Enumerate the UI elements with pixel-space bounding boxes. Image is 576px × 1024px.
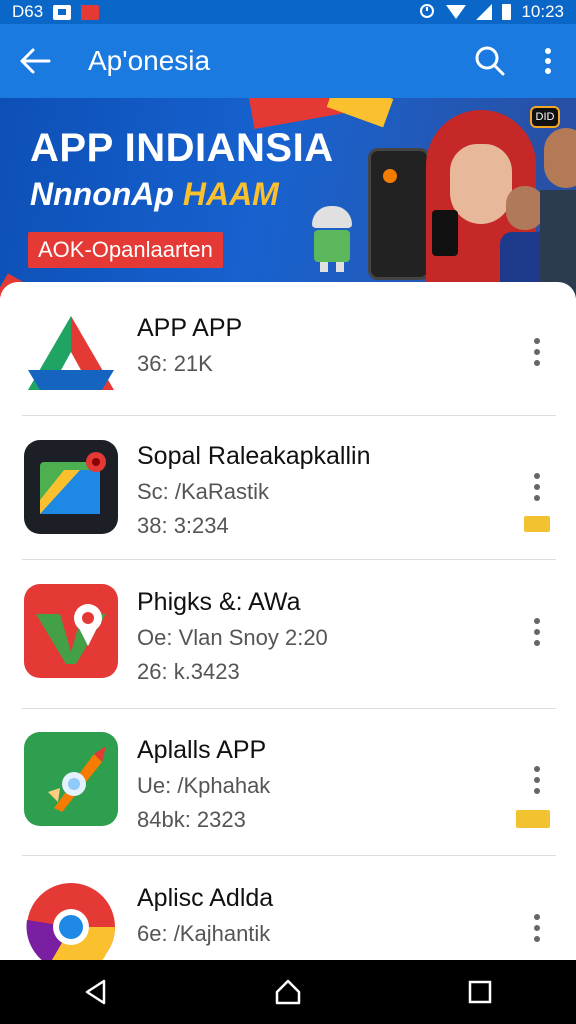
signal-icon: [476, 4, 493, 20]
list-item[interactable]: Aplisc Adlda 6e: /Kajhantik: [137, 884, 273, 947]
nav-back-button[interactable]: [66, 960, 126, 1024]
maps-app-icon[interactable]: [24, 440, 118, 534]
divider: [22, 708, 556, 709]
drive-app-icon[interactable]: [24, 310, 118, 404]
app-meta: Ue: /Kphahak: [137, 773, 271, 798]
status-bar: D63 10:23: [0, 0, 576, 24]
banner-subtitle-main: NnnonAp: [30, 176, 183, 212]
list-item[interactable]: Phigks &: AWa Oe: Vlan Snoy 2:20 26: k.3…: [137, 588, 328, 685]
status-flag: [516, 810, 550, 828]
app-meta: 36: 21K: [137, 351, 213, 376]
more-vert-icon: [545, 48, 551, 74]
divider: [22, 855, 556, 856]
list-item[interactable]: Aplalls APP Ue: /Kphahak 84bk: 2323: [137, 736, 270, 833]
promo-banner[interactable]: APP INDIANSIA NnnonAp HAAM AOK-Opanlaart…: [0, 98, 576, 298]
app-notification-icon: [81, 4, 100, 20]
arrow-left-icon: [20, 48, 51, 74]
notification-icon: [53, 4, 72, 20]
status-right: 10:23: [418, 1, 564, 24]
search-icon: [475, 46, 505, 76]
system-nav-bar: [0, 960, 576, 1024]
banner-cta-button[interactable]: AOK-Opanlaarten: [28, 232, 223, 268]
item-more-button[interactable]: [524, 332, 550, 372]
app-list: APP APP 36: 21K Sopal Raleakapkallin Sc:…: [0, 282, 576, 960]
home-icon: [275, 979, 301, 1005]
app-meta: Sc: /KaRastik: [137, 479, 270, 504]
overflow-menu-button[interactable]: [520, 24, 576, 98]
list-item[interactable]: Sopal Raleakapkallin Sc: /KaRastik 38: 3…: [137, 442, 370, 539]
item-more-button[interactable]: [524, 467, 550, 507]
app-name: Aplisc Adlda: [137, 884, 274, 912]
banner-title: APP INDIANSIA: [30, 126, 334, 170]
page-title: Ap'onesia: [88, 45, 211, 76]
wifi-icon: [446, 5, 467, 19]
square-recents-icon: [468, 980, 492, 1004]
item-more-button[interactable]: [524, 760, 550, 800]
status-time: 10:23: [521, 2, 564, 21]
app-meta: 6e: /Kajhantik: [137, 921, 271, 946]
app-name: Sopal Raleakapkallin: [137, 442, 371, 470]
chrome-app-icon[interactable]: [24, 880, 118, 960]
nav-recents-button[interactable]: [450, 960, 510, 1024]
item-more-button[interactable]: [524, 612, 550, 652]
nav-home-button[interactable]: [258, 960, 318, 1024]
android-robot-illustration: [308, 206, 356, 272]
app-name: Phigks &: AWa: [137, 588, 301, 616]
app-meta-secondary: 26: k.3423: [137, 659, 240, 684]
map-pin-app-icon[interactable]: [24, 584, 118, 678]
banner-subtitle: NnnonAp HAAM: [30, 176, 279, 213]
app-bar: Ap'onesia: [0, 24, 576, 98]
back-button[interactable]: [0, 24, 70, 98]
divider: [22, 559, 556, 560]
triangle-back-icon: [85, 979, 106, 1005]
alarm-icon: [418, 1, 436, 24]
list-item[interactable]: APP APP 36: 21K: [137, 314, 242, 377]
rocket-app-icon[interactable]: [24, 732, 118, 826]
status-left: D63: [12, 2, 100, 22]
app-name: Aplalls APP: [137, 736, 267, 764]
phone-illustration: [368, 148, 430, 280]
item-more-button[interactable]: [524, 908, 550, 948]
search-button[interactable]: [460, 24, 520, 98]
banner-subtitle-highlight: HAAM: [182, 176, 279, 212]
app-meta: Oe: Vlan Snoy 2:20: [137, 625, 328, 650]
battery-icon: [502, 4, 512, 20]
status-flag: [524, 516, 550, 532]
app-meta-secondary: 38: 3:234: [137, 513, 229, 538]
man-illustration: [540, 128, 576, 298]
app-meta-secondary: 84bk: 2323: [137, 807, 246, 832]
status-text: D63: [12, 2, 44, 21]
divider: [22, 415, 556, 416]
app-name: APP APP: [137, 314, 243, 342]
banner-badge: DID: [530, 106, 560, 128]
